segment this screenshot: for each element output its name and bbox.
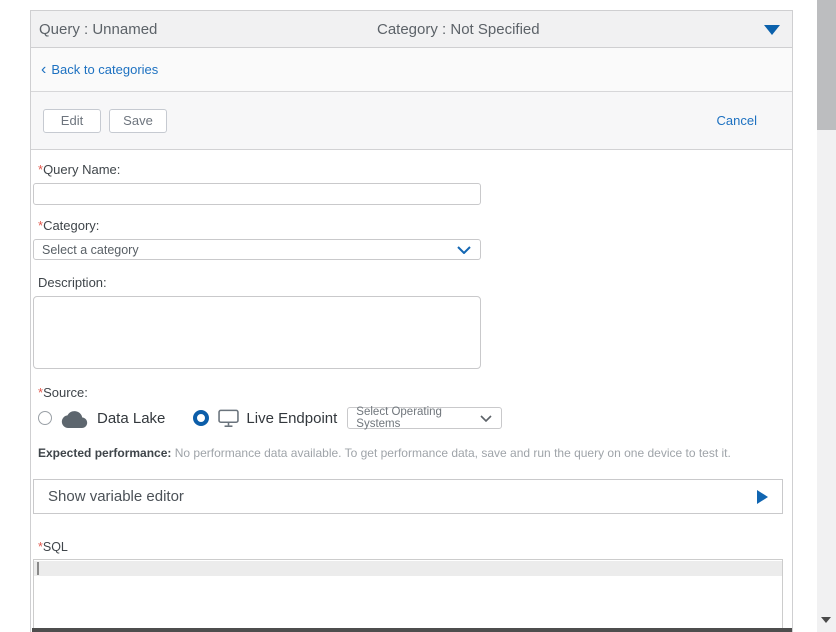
horizontal-scrollbar-thumb[interactable] [32,628,792,632]
query-name-input[interactable] [33,183,481,205]
scroll-down-arrow-icon[interactable] [821,617,831,623]
query-name-label: *Query Name: [38,162,792,177]
category-select-value: Select a category [42,243,139,257]
variable-editor-toggle[interactable]: Show variable editor [33,479,783,514]
source-label: *Source: [38,385,792,400]
data-lake-option-label[interactable]: Data Lake [97,410,165,427]
query-form: *Query Name: *Category: Select a categor… [31,150,792,632]
operating-systems-select-value: Select Operating Systems [356,406,480,430]
expand-triangle-icon[interactable] [757,490,768,504]
expected-performance-label: Expected performance: [38,446,171,460]
vertical-scrollbar[interactable] [817,0,836,632]
back-to-categories-link[interactable]: ‹ Back to categories [41,62,158,78]
query-collapsible-header[interactable]: Query : Unnamed Category : Not Specified [31,11,792,48]
operating-systems-select[interactable]: Select Operating Systems [347,407,502,429]
cloud-icon [61,409,88,428]
category-title: Category : Not Specified [377,21,540,38]
back-navigation-bar: ‹ Back to categories [31,48,792,92]
description-textarea[interactable] [33,296,481,369]
category-label: *Category: [38,218,792,233]
data-lake-radio[interactable] [38,411,52,425]
collapse-triangle-icon[interactable] [764,25,780,35]
query-editor-panel: Query : Unnamed Category : Not Specified… [30,10,793,632]
query-title: Query : Unnamed [39,21,157,38]
text-cursor-icon [37,562,39,575]
source-options-row: Data Lake Live Endpoint Select Operating… [38,406,792,430]
sql-label: *SQL [38,540,792,554]
monitor-icon [218,409,239,428]
edit-button[interactable]: Edit [43,109,101,133]
cancel-link[interactable]: Cancel [717,113,757,128]
action-toolbar: Edit Save Cancel [31,92,792,150]
back-chevron-icon: ‹ [41,62,46,78]
chevron-down-icon [457,246,471,254]
vertical-scrollbar-thumb[interactable] [817,0,836,130]
back-link-label: Back to categories [51,62,158,77]
save-button[interactable]: Save [109,109,167,133]
category-select[interactable]: Select a category [33,239,481,260]
expected-performance-text: Expected performance: No performance dat… [38,446,792,460]
live-endpoint-radio[interactable] [193,410,209,426]
variable-editor-toggle-label: Show variable editor [48,488,184,505]
chevron-down-icon [480,415,492,422]
sql-editor[interactable] [33,559,783,632]
page: Query : Unnamed Category : Not Specified… [0,0,836,632]
sql-active-line [34,561,782,576]
live-endpoint-option-label[interactable]: Live Endpoint [246,410,337,427]
description-label: Description: [38,275,792,290]
